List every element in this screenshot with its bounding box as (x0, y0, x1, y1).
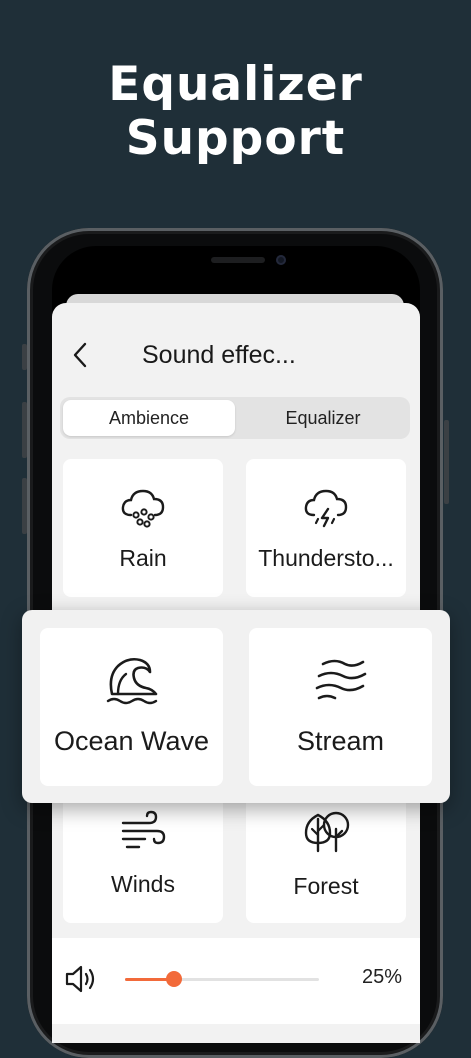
promo-headline: Equalizer Support (0, 58, 471, 166)
segmented-control: Ambience Equalizer (60, 397, 410, 439)
sound-card-thunderstorm[interactable]: Thundersto... (246, 459, 406, 597)
phone-notch (127, 247, 341, 285)
wave-icon (106, 657, 157, 705)
headline-line-1: Equalizer (108, 57, 363, 112)
trees-icon (304, 811, 350, 853)
power-button (444, 420, 449, 504)
sound-card-winds[interactable]: Winds (63, 785, 223, 923)
sound-label: Rain (119, 545, 167, 571)
cloud-rain-icon (121, 489, 165, 528)
volume-down-button (22, 478, 27, 534)
sound-card-forest[interactable]: Forest (246, 785, 406, 923)
volume-value: 25% (361, 966, 402, 988)
sound-label: Forest (293, 873, 359, 899)
sound-card-rain[interactable]: Rain (63, 459, 223, 597)
sound-card-ocean-wave[interactable]: Ocean Wave (40, 628, 223, 786)
headline-line-2: Support (125, 111, 346, 166)
sound-label: Ocean Wave (53, 726, 210, 756)
tab-equalizer[interactable]: Equalizer (238, 400, 408, 436)
volume-bar: 25% (52, 938, 420, 1024)
highlight-panel: Ocean Wave Stream (22, 610, 450, 803)
front-camera (276, 255, 286, 265)
cloud-lightning-icon (304, 489, 348, 528)
wind-icon (121, 810, 166, 849)
sound-label: Stream (296, 726, 385, 756)
stream-icon (315, 659, 366, 700)
volume-slider-thumb[interactable] (165, 971, 182, 987)
chevron-left-icon (73, 342, 87, 368)
back-button[interactable] (66, 339, 94, 371)
volume-up-button (22, 402, 27, 458)
sound-label: Thundersto... (258, 545, 394, 571)
page-title: Sound effec... (142, 341, 296, 369)
speaker-icon (65, 965, 95, 993)
sound-label: Winds (111, 871, 175, 897)
volume-button[interactable] (64, 964, 100, 999)
earpiece-speaker (211, 257, 265, 263)
sound-card-stream[interactable]: Stream (249, 628, 432, 786)
mute-switch (22, 344, 27, 370)
tab-ambience[interactable]: Ambience (63, 400, 235, 436)
